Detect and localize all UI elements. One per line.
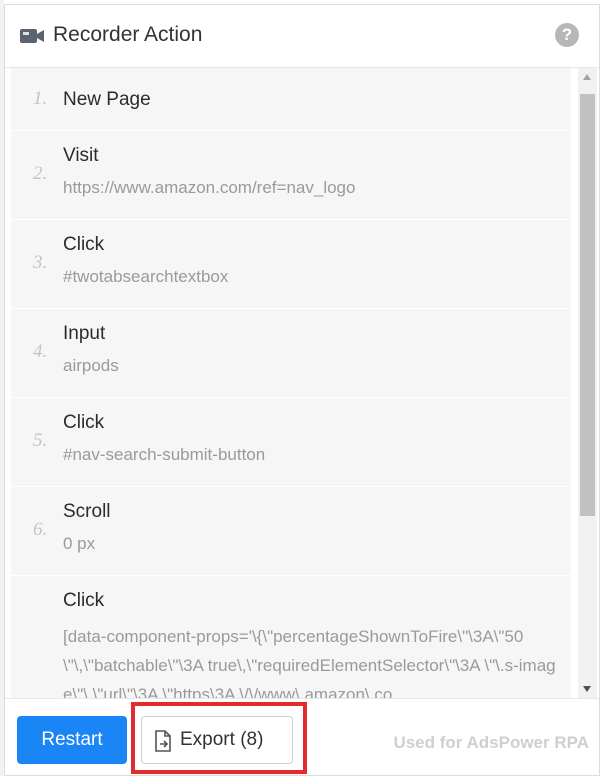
recorder-action-panel: Recorder Action ? 1. New Page 2. Visit h… bbox=[4, 4, 600, 776]
scroll-thumb[interactable] bbox=[580, 94, 595, 516]
question-circle-icon[interactable]: ? bbox=[555, 23, 579, 47]
list-item[interactable]: Click [data-component-props='\{\"percent… bbox=[11, 576, 571, 698]
panel-footer: Restart Export (8) Used for AdsPower RPA bbox=[5, 698, 599, 775]
step-detail: #twotabsearchtextbox bbox=[63, 267, 229, 286]
scroll-up-arrow-icon[interactable] bbox=[583, 74, 591, 80]
list-item[interactable]: 1. New Page bbox=[11, 68, 571, 130]
restart-button[interactable]: Restart bbox=[17, 716, 127, 764]
brand-text: Used for AdsPower RPA bbox=[393, 733, 589, 752]
list-item[interactable]: 4. Input airpods bbox=[11, 309, 571, 397]
video-camera-icon bbox=[20, 29, 44, 43]
step-detail: [data-component-props='\{\"percentageSho… bbox=[63, 627, 556, 698]
list-item[interactable]: 5. Click #nav-search-submit-button bbox=[11, 398, 571, 486]
step-name: Click bbox=[63, 412, 105, 433]
list-item[interactable]: 6. Scroll 0 px bbox=[11, 487, 571, 575]
step-number: 4. bbox=[33, 341, 48, 362]
step-name: Scroll bbox=[63, 501, 111, 522]
step-number: 6. bbox=[33, 519, 48, 540]
export-label: Export (8) bbox=[180, 729, 264, 750]
step-number: 5. bbox=[33, 430, 48, 451]
step-number: 3. bbox=[33, 252, 48, 273]
action-list: 1. New Page 2. Visit https://www.amazon.… bbox=[11, 68, 571, 698]
step-detail: 0 px bbox=[63, 534, 96, 553]
scroll-down-arrow-icon[interactable] bbox=[583, 686, 591, 692]
step-detail: #nav-search-submit-button bbox=[63, 445, 266, 464]
file-export-icon bbox=[155, 730, 171, 752]
step-name: Click bbox=[63, 234, 105, 255]
step-name: Visit bbox=[63, 145, 99, 166]
step-number: 1. bbox=[33, 88, 48, 109]
list-item[interactable]: 3. Click #twotabsearchtextbox bbox=[11, 220, 571, 308]
step-name: New Page bbox=[63, 89, 151, 110]
step-number: 2. bbox=[33, 163, 48, 184]
panel-header: Recorder Action ? bbox=[5, 5, 599, 68]
export-button[interactable]: Export (8) bbox=[141, 716, 293, 764]
step-name: Click bbox=[63, 590, 105, 611]
step-detail: https://www.amazon.com/ref=nav_logo bbox=[63, 178, 356, 197]
step-detail: airpods bbox=[63, 356, 119, 375]
step-name: Input bbox=[63, 323, 106, 344]
list-item[interactable]: 2. Visit https://www.amazon.com/ref=nav_… bbox=[11, 131, 571, 219]
vertical-scrollbar[interactable] bbox=[578, 68, 597, 698]
panel-title: Recorder Action bbox=[53, 23, 203, 46]
